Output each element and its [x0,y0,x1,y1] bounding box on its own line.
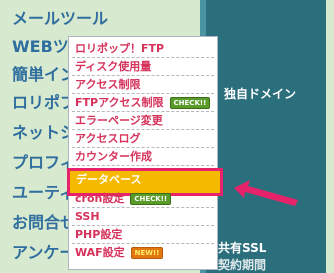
nav-item-label: メールツール [12,9,109,28]
nav-item-contact[interactable]: お問合せ [0,210,76,236]
menu-item-label: アクセスログ [75,132,141,145]
panel-right-edge [326,0,334,273]
shared-ssl-label: 共有SSL [206,238,326,258]
nav-item-lolipop[interactable]: ロリポブ [0,90,76,116]
panel-inner [206,0,326,273]
menu-item-error-page[interactable]: エラーページ変更 [72,112,214,130]
nav-item-mail-tools[interactable]: メールツール [0,6,108,32]
menu-item-label: SSH [75,210,100,223]
nav-item-utility[interactable]: ユーティ [0,180,75,206]
menu-item-label: ロリポップ！FTP [75,42,165,55]
nav-item-survey[interactable]: アンケー [0,240,75,266]
nav-item-label: ロリポブ [12,93,77,112]
menu-item-label: WAF設定 [75,246,125,259]
content-panel [200,0,334,273]
nav-item-profile[interactable]: プロフィ [0,150,76,176]
domain-label: 独自ドメイン [224,87,297,101]
menu-item-label: cron設定 [75,192,125,205]
menu-item-ssh[interactable]: SSH [72,208,214,226]
menu-item-disk-usage[interactable]: ディスク使用量 [72,58,214,76]
menu-item-label: PHP設定 [75,228,123,241]
menu-item-php[interactable]: PHP設定 [72,226,214,244]
menu-item-label: エラーページ変更 [75,114,163,127]
pointer-arrow-icon [234,180,298,206]
menu-item-label: アクセス制限 [75,78,141,91]
menu-item-access-log[interactable]: アクセスログ [72,130,214,148]
nav-item-simple-install[interactable]: 簡単イン [0,62,76,88]
menu-item-cron[interactable]: cron設定 CHECK!! [72,190,214,208]
menu-item-label: ディスク使用量 [75,60,152,73]
menu-item-counter[interactable]: カウンター作成 [72,148,214,166]
nav-item-label: 簡単イン [12,65,77,84]
nav-item-label: アンケー [12,243,76,262]
menu-item-database[interactable]: データベース [76,171,141,189]
menu-item-access-limit[interactable]: アクセス制限 [72,76,214,94]
menu-item-label: FTPアクセス制限 [75,96,164,109]
menu-item-waf[interactable]: WAF設定 NEW!! [72,244,214,262]
check-badge: CHECK!! [130,193,172,205]
menu-item-label: カウンター作成 [75,150,152,163]
contract-period-label: 契約期間 [206,258,326,273]
new-badge: NEW!! [130,247,164,259]
nav-item-label: ユーティ [12,183,76,202]
check-badge: CHECK!! [169,97,211,109]
menu-item-ftp[interactable]: ロリポップ！FTP [72,40,214,58]
menu-item-ftp-access-limit[interactable]: FTPアクセス制限 CHECK!! [72,94,214,112]
nav-item-label: お問合せ [12,213,77,232]
